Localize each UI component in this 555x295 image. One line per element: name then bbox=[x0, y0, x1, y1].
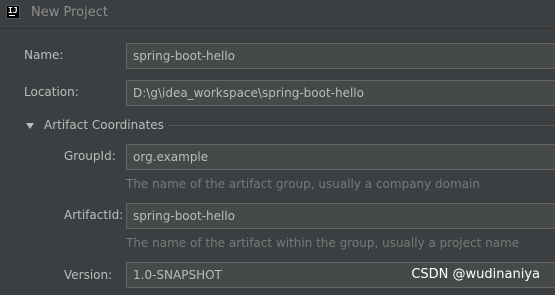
groupid-label: GroupId: bbox=[64, 149, 116, 163]
intellij-idea-icon: IJ bbox=[6, 5, 20, 19]
name-label: Name: bbox=[24, 48, 64, 62]
name-field[interactable]: spring-boot-hello bbox=[126, 43, 555, 69]
section-title: Artifact Coordinates bbox=[44, 118, 164, 132]
version-label: Version: bbox=[64, 268, 113, 282]
section-divider bbox=[168, 125, 555, 126]
location-field[interactable]: D:\g\idea_workspace\spring-boot-hello bbox=[126, 80, 555, 106]
groupid-field[interactable]: org.example bbox=[126, 144, 555, 170]
expand-triangle-icon bbox=[26, 122, 34, 129]
watermark: CSDN @wudinaniya bbox=[411, 267, 540, 282]
artifactid-hint: The name of the artifact within the grou… bbox=[126, 236, 520, 250]
location-label: Location: bbox=[24, 85, 79, 99]
window-title: New Project bbox=[31, 5, 108, 20]
groupid-hint: The name of the artifact group, usually … bbox=[126, 177, 480, 191]
artifactid-label: ArtifactId: bbox=[64, 208, 124, 222]
artifactid-field[interactable]: spring-boot-hello bbox=[126, 203, 555, 229]
artifact-coordinates-toggle[interactable]: Artifact Coordinates bbox=[26, 118, 164, 132]
title-bar: IJ New Project bbox=[0, 0, 555, 29]
